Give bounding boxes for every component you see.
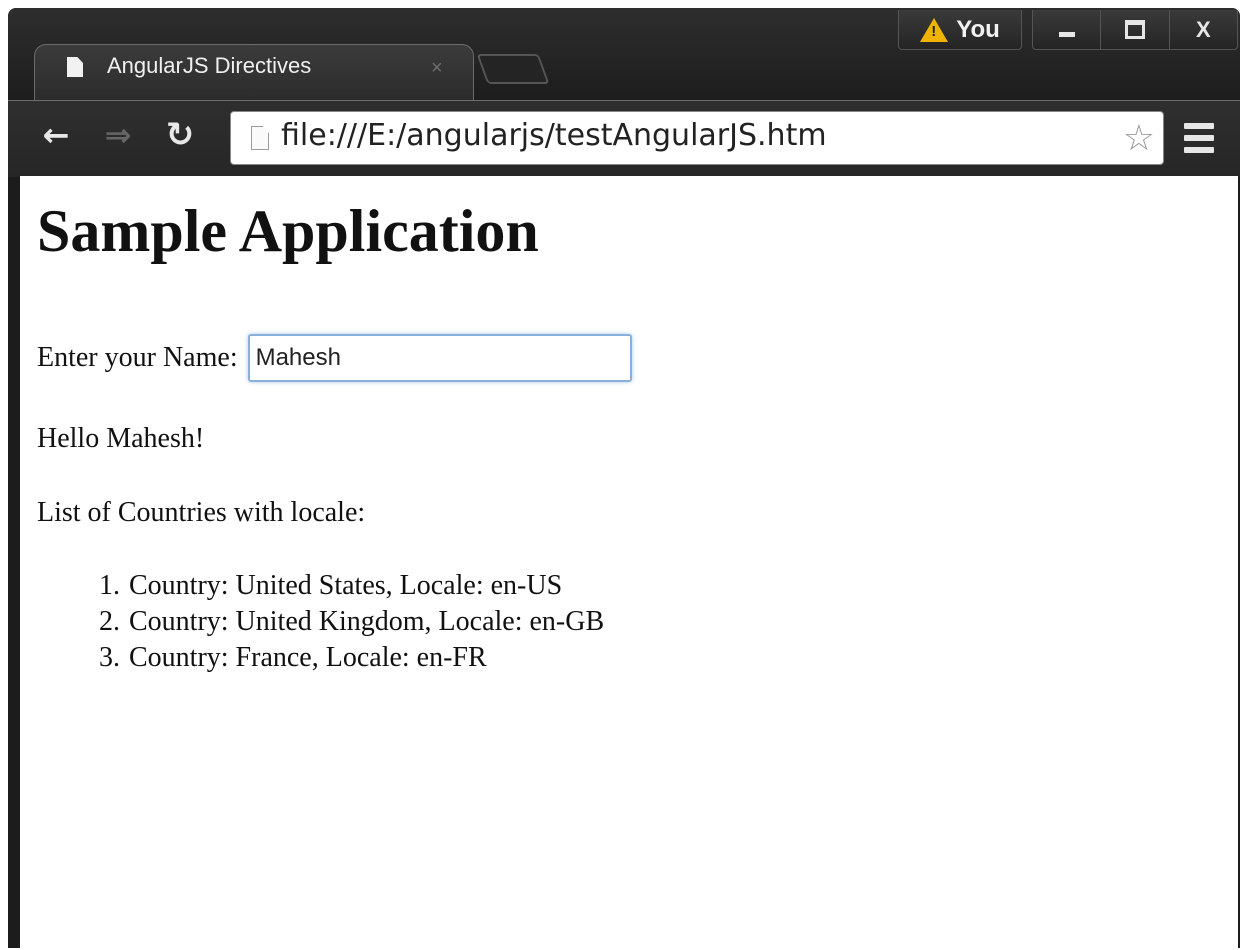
- page-viewport: Sample Application Enter your Name: Hell…: [20, 176, 1238, 948]
- new-tab-button[interactable]: [476, 54, 550, 84]
- back-button[interactable]: ←: [38, 116, 74, 154]
- reload-button[interactable]: ↻: [162, 115, 198, 155]
- list-item: Country: France, Locale: en-FR: [127, 640, 604, 676]
- minimize-icon: [1058, 32, 1075, 37]
- arrow-left-icon: ←: [42, 116, 70, 154]
- maximize-icon: [1124, 20, 1145, 39]
- bookmark-star-icon[interactable]: ☆: [1123, 118, 1155, 159]
- hamburger-icon-bar: [1184, 123, 1214, 129]
- browser-window: AngularJS Directives × ! You X ← ⇒ ↻ fil…: [8, 8, 1240, 948]
- name-label: Enter your Name:: [37, 342, 238, 373]
- list-heading: List of Countries with locale:: [37, 497, 366, 528]
- minimize-button[interactable]: [1033, 10, 1100, 49]
- tab-title: AngularJS Directives: [107, 53, 312, 78]
- profile-label: You: [956, 15, 1000, 43]
- forward-button[interactable]: ⇒: [100, 116, 136, 154]
- countries-list: Country: United States, Locale: en-US Co…: [37, 568, 604, 676]
- document-icon: [67, 57, 83, 77]
- window-controls: X: [1032, 10, 1238, 50]
- browser-toolbar: ← ⇒ ↻ file:///E:/angularjs/testAngularJS…: [8, 100, 1240, 177]
- reload-icon: ↻: [165, 115, 195, 155]
- arrow-right-icon: ⇒: [104, 116, 132, 154]
- greeting-text: Hello Mahesh!: [37, 423, 205, 454]
- page-title: Sample Application: [37, 198, 539, 264]
- page-content: Sample Application Enter your Name: Hell…: [37, 196, 632, 673]
- close-icon: X: [1195, 16, 1211, 42]
- address-bar[interactable]: file:///E:/angularjs/testAngularJS.htm ☆: [230, 111, 1164, 165]
- tab-angularjs-directives[interactable]: AngularJS Directives ×: [34, 44, 474, 100]
- close-window-button[interactable]: X: [1168, 10, 1237, 49]
- tab-close-icon[interactable]: ×: [431, 57, 443, 80]
- maximize-button[interactable]: [1100, 10, 1168, 49]
- hamburger-icon-bar: [1184, 147, 1214, 153]
- hamburger-icon-bar: [1184, 135, 1214, 141]
- list-item: Country: United States, Locale: en-US: [127, 568, 604, 604]
- warning-icon: !: [920, 17, 949, 42]
- list-item: Country: United Kingdom, Locale: en-GB: [127, 604, 604, 640]
- menu-button[interactable]: [1184, 123, 1214, 153]
- page-icon: [251, 126, 269, 150]
- url-text[interactable]: file:///E:/angularjs/testAngularJS.htm: [281, 118, 827, 153]
- title-bar: AngularJS Directives × ! You X: [8, 8, 1240, 100]
- profile-button[interactable]: ! You: [898, 10, 1022, 50]
- name-row: Enter your Name:: [37, 334, 632, 382]
- name-input[interactable]: [247, 334, 632, 382]
